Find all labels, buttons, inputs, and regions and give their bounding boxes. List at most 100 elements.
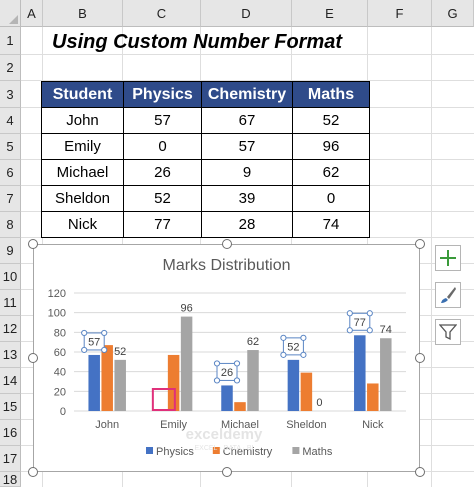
row-header-6[interactable]: 6 (0, 160, 21, 186)
row-header-10[interactable]: 10 (0, 264, 21, 290)
data-label-handle[interactable] (213, 360, 221, 367)
data-label-handle[interactable] (366, 327, 373, 334)
data-label-handle[interactable] (346, 310, 353, 317)
row-header-11[interactable]: 11 (0, 290, 21, 316)
table-cell[interactable]: Michael (41, 159, 124, 186)
row-header-18[interactable]: 18 (0, 472, 21, 487)
table-header-cell[interactable]: Chemistry (201, 81, 293, 108)
table-cell[interactable]: John (41, 107, 124, 134)
chart-filters-button[interactable] (435, 319, 461, 345)
bar-physics[interactable] (354, 335, 366, 411)
column-header-d[interactable]: D (201, 0, 292, 27)
bar-physics[interactable] (221, 385, 233, 411)
chart-styles-button[interactable] (435, 282, 461, 308)
bar-maths[interactable] (380, 338, 392, 411)
data-label[interactable]: 77 (354, 317, 366, 329)
column-header-b[interactable]: B (43, 0, 123, 27)
table-cell[interactable]: Sheldon (41, 185, 124, 212)
resize-handle-top-right[interactable] (415, 239, 425, 249)
data-label-handle[interactable] (346, 327, 353, 334)
bar-chemistry[interactable] (367, 383, 379, 411)
data-label[interactable]: 26 (221, 367, 233, 379)
table-cell[interactable]: 0 (123, 133, 202, 160)
row-header-1[interactable]: 1 (0, 27, 21, 55)
data-label-handle[interactable] (300, 351, 307, 358)
resize-handle-bottom-left[interactable] (28, 467, 38, 477)
data-label-handle[interactable] (101, 346, 108, 354)
row-header-7[interactable]: 7 (0, 186, 21, 212)
table-cell[interactable]: 0 (292, 185, 370, 212)
row-header-2[interactable]: 2 (0, 55, 21, 81)
column-header-g[interactable]: G (432, 0, 474, 27)
data-label-handle[interactable] (213, 377, 221, 384)
table-cell[interactable]: 74 (292, 211, 370, 238)
bar-maths[interactable] (247, 350, 259, 411)
bar-physics[interactable] (287, 359, 300, 411)
row-header-16[interactable]: 16 (0, 420, 21, 446)
bar-chemistry[interactable] (167, 354, 180, 411)
table-header-cell[interactable]: Student (41, 81, 124, 108)
data-label-handle[interactable] (233, 377, 241, 384)
data-label-handle[interactable] (101, 329, 108, 337)
data-label[interactable]: 74 (380, 324, 392, 336)
chart-plot[interactable]: 020406080100120John Emily Michael Sheldon Ni… (34, 245, 419, 471)
table-header-cell[interactable]: Physics (123, 81, 202, 108)
table-cell[interactable]: Emily (41, 133, 124, 160)
column-header-a[interactable]: A (21, 0, 43, 27)
table-cell[interactable]: 96 (292, 133, 370, 160)
resize-handle-top[interactable] (222, 239, 232, 249)
resize-handle-top-left[interactable] (28, 239, 38, 249)
row-header-9[interactable]: 9 (0, 238, 21, 264)
table-cell[interactable]: 52 (292, 107, 370, 134)
row-header-4[interactable]: 4 (0, 108, 21, 134)
data-label-handle[interactable] (280, 351, 287, 358)
row-header-17[interactable]: 17 (0, 446, 21, 472)
legend-entry-maths[interactable]: Maths (302, 446, 332, 458)
row-header-12[interactable]: 12 (0, 316, 21, 342)
table-cell[interactable]: 28 (201, 211, 293, 238)
data-label-handle[interactable] (300, 334, 307, 341)
data-label-handle[interactable] (81, 346, 88, 354)
table-cell[interactable]: 67 (201, 107, 293, 134)
marks-chart[interactable]: Marks Distribution 0 20 40 60 80 100 120 John Em… (33, 244, 420, 472)
table-cell[interactable]: 62 (292, 159, 370, 186)
column-header-c[interactable]: C (123, 0, 201, 27)
table-cell[interactable]: 9 (201, 159, 293, 186)
table-cell[interactable]: 77 (123, 211, 202, 238)
table-cell[interactable]: 26 (123, 159, 202, 186)
data-label-handle[interactable] (280, 334, 287, 341)
resize-handle-bottom[interactable] (222, 467, 232, 477)
select-all-corner[interactable] (0, 0, 21, 27)
table-cell[interactable]: 57 (201, 133, 293, 160)
table-cell[interactable]: 57 (123, 107, 202, 134)
table-cell[interactable]: 39 (201, 185, 293, 212)
table-cell[interactable]: 52 (123, 185, 202, 212)
row-header-3[interactable]: 3 (0, 81, 21, 108)
resize-handle-right[interactable] (415, 353, 425, 363)
bar-maths[interactable] (180, 316, 193, 411)
bar-chemistry[interactable] (300, 372, 313, 411)
bar-maths[interactable] (114, 359, 126, 411)
row-header-13[interactable]: 13 (0, 342, 21, 368)
data-label[interactable]: 0 (316, 397, 322, 409)
data-label[interactable]: 52 (114, 346, 126, 358)
legend-entry-physics[interactable]: Physics (156, 446, 194, 458)
table-cell[interactable]: Nick (41, 211, 124, 238)
data-label[interactable]: 57 (88, 336, 100, 348)
row-header-14[interactable]: 14 (0, 368, 21, 394)
row-header-5[interactable]: 5 (0, 134, 21, 160)
sheet-title[interactable]: Using Custom Number Format (52, 31, 342, 54)
resize-handle-left[interactable] (28, 353, 38, 363)
data-label[interactable]: 96 (180, 303, 192, 315)
data-label-handle[interactable] (366, 310, 373, 317)
column-header-f[interactable]: F (368, 0, 432, 27)
data-label[interactable]: 62 (247, 336, 259, 348)
resize-handle-bottom-right[interactable] (415, 467, 425, 477)
bar-chemistry[interactable] (234, 402, 246, 411)
data-label-handle[interactable] (81, 329, 88, 337)
column-header-e[interactable]: E (292, 0, 368, 27)
data-label[interactable]: 52 (287, 341, 299, 353)
data-label-handle[interactable] (233, 360, 241, 367)
bar-physics[interactable] (88, 354, 100, 411)
table-header-cell[interactable]: Maths (292, 81, 370, 108)
